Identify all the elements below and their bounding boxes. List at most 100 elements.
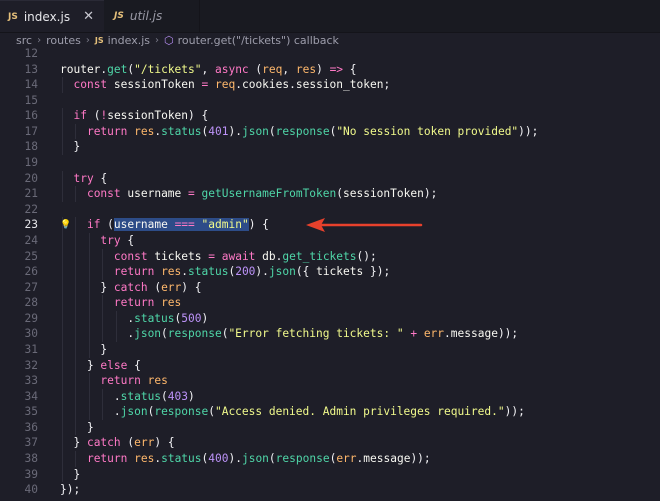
line-number: 25	[24, 249, 38, 263]
js-file-icon: JS	[8, 11, 18, 22]
line-number: 16	[24, 109, 38, 123]
line-number: 38	[24, 452, 38, 466]
line-number: 13	[24, 62, 38, 76]
code-line[interactable]: 33 return res	[0, 373, 660, 389]
code-line[interactable]: 37 } catch (err) {	[0, 435, 660, 452]
code-line[interactable]: 31 }	[0, 341, 660, 358]
code-line[interactable]: 25 const tickets = await db.get_tickets(…	[0, 248, 660, 265]
code-text: return res.status(401).json(response("No…	[86, 124, 539, 138]
line-number: 12	[24, 47, 38, 60]
code-line[interactable]: 30 .json(response("Error fetching ticket…	[0, 326, 660, 342]
code-line[interactable]: 39 }	[0, 466, 660, 483]
code-text: .json(response("Error fetching tickets: …	[60, 327, 519, 341]
code-line[interactable]: 36 }	[0, 419, 660, 436]
line-number: 39	[24, 467, 38, 481]
code-text: if (username === "admin") {	[86, 218, 269, 232]
code-line[interactable]: 18 }	[0, 139, 660, 156]
tab-label: util.js	[129, 9, 163, 23]
code-line[interactable]: 28 return res	[0, 295, 660, 311]
line-number: 35	[24, 405, 38, 419]
code-line[interactable]: 13 router.get("/tickets", async (req, res…	[0, 62, 660, 78]
red-arrow-annotation-icon	[306, 218, 423, 232]
line-number: 26	[24, 265, 38, 279]
line-number: 20	[24, 171, 38, 185]
code-text: const username = getUsernameFromToken(se…	[86, 187, 438, 201]
code-line[interactable]: 21 const username = getUsernameFromToken…	[0, 186, 660, 202]
code-line[interactable]: 22	[0, 202, 660, 218]
line-number: 27	[24, 280, 38, 294]
code-text: try {	[73, 171, 108, 185]
code-line[interactable]: 16 if (!sessionToken) {	[0, 108, 660, 124]
code-line[interactable]: 35 .json(response("Access denied. Admin …	[0, 404, 660, 420]
breadcrumb-src[interactable]: src	[16, 34, 32, 47]
tab-util-js[interactable]: JS util.js	[104, 0, 200, 32]
line-number: 36	[24, 420, 38, 434]
breadcrumb-symbol[interactable]: router.get("/tickets") callback	[178, 34, 339, 47]
tab-bar: JS index.js ✕ JS util.js	[0, 0, 660, 33]
line-number: 29	[24, 311, 38, 325]
code-line[interactable]: 17 return res.status(401).json(response(…	[0, 123, 660, 140]
line-number: 21	[24, 187, 38, 201]
line-number: 18	[24, 140, 38, 154]
code-line[interactable]: 24 try {	[0, 232, 660, 249]
line-number: 15	[24, 93, 38, 107]
code-text: .status(403)	[60, 389, 195, 403]
code-text: } catch (err) {	[60, 436, 175, 450]
code-text: try {	[100, 233, 135, 247]
code-text: } catch (err) {	[60, 280, 202, 294]
breadcrumb-routes[interactable]: routes	[46, 34, 81, 47]
code-line[interactable]: 40});	[0, 482, 660, 498]
tab-label: index.js	[23, 9, 71, 24]
close-icon[interactable]: ✕	[83, 9, 94, 24]
code-text: return res	[100, 374, 168, 388]
line-number: 23	[24, 218, 38, 232]
line-number: 40	[24, 483, 38, 497]
chevron-right-icon: ›	[85, 34, 90, 46]
code-line[interactable]: 19	[0, 155, 660, 171]
code-text: });	[60, 483, 81, 497]
code-text: }	[60, 467, 81, 481]
chevron-right-icon: ›	[155, 34, 159, 46]
code-line[interactable]: 15	[0, 93, 660, 109]
code-text: if (!sessionToken) {	[73, 109, 209, 123]
chevron-right-icon: ›	[37, 34, 42, 46]
line-number: 22	[24, 202, 38, 216]
line-number: 19	[24, 156, 38, 170]
breadcrumb-file[interactable]: index.js	[108, 34, 150, 47]
code-text: return res.status(400).json(response(err…	[86, 452, 431, 466]
code-text: }	[60, 420, 94, 434]
line-number: 34	[24, 389, 38, 403]
code-line[interactable]: 34 .status(403)	[0, 388, 660, 405]
line-number: 24	[24, 233, 38, 247]
code-text: }	[60, 140, 81, 154]
js-file-icon: JS	[114, 11, 124, 21]
js-file-icon: JS	[94, 35, 104, 45]
line-number: 37	[24, 436, 38, 450]
line-number: 17	[24, 124, 38, 138]
tab-index-js[interactable]: JS index.js ✕	[0, 0, 104, 32]
code-text: .json(response("Access denied. Admin pri…	[60, 405, 525, 419]
code-line[interactable]: 26 return res.status(200).json({ tickets…	[0, 264, 660, 280]
code-line[interactable]: 38 return res.status(400).json(response(…	[0, 451, 660, 467]
line-number: 31	[24, 342, 38, 356]
code-text: const tickets = await db.get_tickets();	[113, 249, 377, 263]
code-line[interactable]: 27 } catch (err) {	[0, 279, 660, 296]
code-line[interactable]: 12	[0, 46, 660, 62]
code-text: return res	[113, 296, 182, 310]
code-text: } else {	[60, 358, 141, 372]
line-number: 14	[24, 78, 38, 92]
code-line[interactable]: 32 } else {	[0, 357, 660, 374]
code-line[interactable]: 29 .status(500)	[0, 310, 660, 327]
code-line[interactable]: 20 try {	[0, 170, 660, 187]
code-text: router.get("/tickets", async (req, res) …	[60, 62, 357, 76]
line-number: 32	[24, 358, 38, 372]
code-text: const sessionToken = req.cookies.session…	[73, 78, 391, 92]
line-number: 28	[24, 296, 38, 310]
line-number: 33	[24, 374, 38, 388]
code-text: }	[60, 342, 108, 356]
symbol-method-icon: ⬡	[164, 33, 174, 47]
code-text: return res.status(200).json({ tickets })…	[113, 265, 391, 279]
code-editor[interactable]: 12 13 router.get("/tickets", async (req, r…	[0, 46, 660, 498]
code-text: .status(500)	[60, 311, 209, 325]
code-line[interactable]: 14 const sessionToken = req.cookies.sess…	[0, 77, 660, 93]
